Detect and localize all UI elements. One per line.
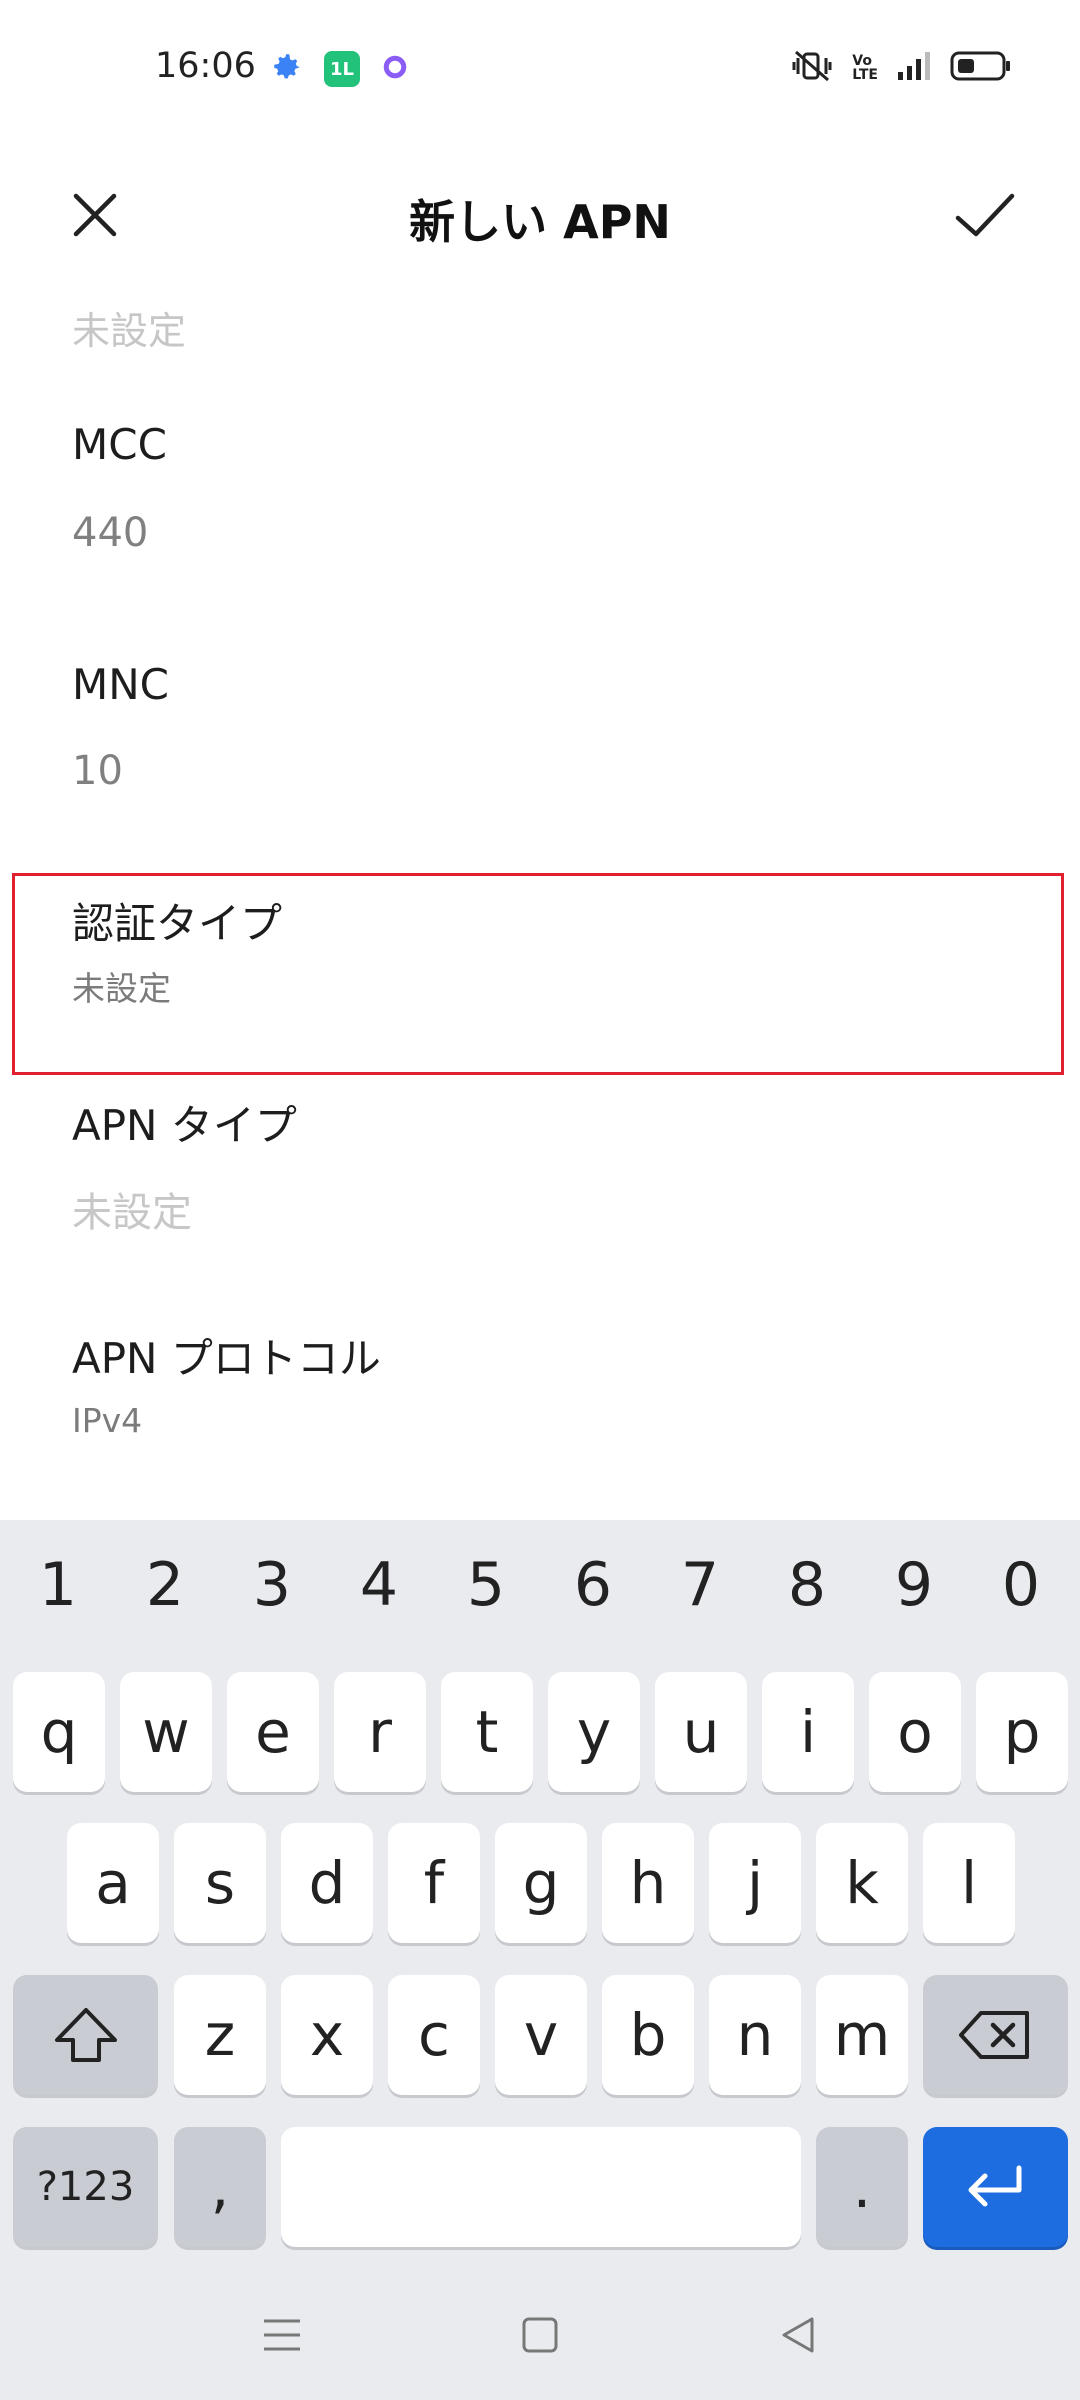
enter-key[interactable]: [923, 2127, 1068, 2247]
field-apn-type[interactable]: APN タイプ 未設定: [0, 1092, 1080, 1292]
key-6[interactable]: 6: [539, 1550, 647, 1620]
key-d[interactable]: d: [281, 1823, 373, 1943]
backspace-key[interactable]: [923, 1975, 1068, 2095]
key-1[interactable]: 1: [4, 1550, 112, 1620]
volte-icon: Vo LTE: [852, 54, 878, 82]
mnc-label: MNC: [72, 660, 169, 709]
apn-type-value: 未設定: [72, 1190, 192, 1236]
menu-button[interactable]: [242, 2300, 322, 2370]
apn-protocol-value: IPv4: [72, 1401, 143, 1440]
key-r[interactable]: r: [334, 1672, 426, 1792]
key-o[interactable]: o: [869, 1672, 961, 1792]
page-title: 新しい APN: [409, 195, 671, 249]
ring-icon: [380, 52, 410, 86]
menu-icon: [264, 2319, 300, 2351]
key-b[interactable]: b: [602, 1975, 694, 2095]
back-icon: [782, 2317, 814, 2353]
period-key[interactable]: .: [816, 2127, 908, 2247]
key-z[interactable]: z: [174, 1975, 266, 2095]
vibrate-mute-icon: [790, 48, 834, 88]
key-c[interactable]: c: [388, 1975, 480, 2095]
key-v[interactable]: v: [495, 1975, 587, 2095]
signal-icon: [896, 50, 932, 86]
mnc-value: 10: [72, 748, 123, 794]
partial-field-value: 未設定: [72, 309, 187, 353]
key-f[interactable]: f: [388, 1823, 480, 1943]
status-left-icons: 1L: [270, 50, 410, 88]
status-right-icons: Vo LTE: [790, 48, 1012, 88]
shift-key[interactable]: [13, 1975, 158, 2095]
shift-icon: [54, 2008, 117, 2062]
key-j[interactable]: j: [709, 1823, 801, 1943]
key-x[interactable]: x: [281, 1975, 373, 2095]
app-badge-icon: 1L: [324, 51, 360, 87]
key-q[interactable]: q: [13, 1672, 105, 1792]
backspace-icon: [958, 2011, 1029, 2059]
check-icon: [955, 193, 1015, 237]
space-key[interactable]: [281, 2127, 801, 2247]
battery-icon: [950, 50, 1012, 86]
volte-top-text: Vo: [852, 53, 872, 69]
field-mnc[interactable]: MNC 10: [0, 660, 1080, 880]
mcc-label: MCC: [72, 420, 167, 469]
key-w[interactable]: w: [120, 1672, 212, 1792]
volte-bottom-text: LTE: [852, 67, 878, 83]
key-a[interactable]: a: [67, 1823, 159, 1943]
key-g[interactable]: g: [495, 1823, 587, 1943]
gear-icon: [270, 50, 304, 88]
key-8[interactable]: 8: [753, 1550, 861, 1620]
mcc-value: 440: [72, 510, 149, 556]
field-apn-protocol[interactable]: APN プロトコル IPv4: [0, 1325, 1080, 1505]
status-time: 16:06: [155, 46, 256, 86]
number-row: 1 2 3 4 5 6 7 8 9 0: [0, 1520, 1080, 1670]
key-s[interactable]: s: [174, 1823, 266, 1943]
key-u[interactable]: u: [655, 1672, 747, 1792]
key-p[interactable]: p: [976, 1672, 1068, 1792]
auth-type-label: 認証タイプ: [72, 899, 283, 948]
key-5[interactable]: 5: [432, 1550, 540, 1620]
key-k[interactable]: k: [816, 1823, 908, 1943]
home-button[interactable]: [500, 2300, 580, 2370]
navigation-bar: [0, 2270, 1080, 2400]
confirm-button[interactable]: [950, 182, 1020, 248]
home-icon: [522, 2317, 558, 2353]
key-3[interactable]: 3: [218, 1550, 326, 1620]
key-9[interactable]: 9: [860, 1550, 968, 1620]
apn-form: 未設定 MCC 440 MNC 10 認証タイプ 未設定 APN タイプ 未設定…: [0, 270, 1080, 1520]
key-t[interactable]: t: [441, 1672, 533, 1792]
key-n[interactable]: n: [709, 1975, 801, 2095]
comma-key[interactable]: ,: [174, 2127, 266, 2247]
keyboard: 1 2 3 4 5 6 7 8 9 0 q w e r t y u i o p …: [0, 1520, 1080, 2270]
key-e[interactable]: e: [227, 1672, 319, 1792]
field-auth-type[interactable]: 認証タイプ 未設定: [0, 890, 1080, 1070]
key-l[interactable]: l: [923, 1823, 1015, 1943]
back-button[interactable]: [758, 2300, 838, 2370]
key-i[interactable]: i: [762, 1672, 854, 1792]
key-4[interactable]: 4: [325, 1550, 433, 1620]
auth-type-value: 未設定: [72, 969, 171, 1008]
key-m[interactable]: m: [816, 1975, 908, 2095]
symbols-key[interactable]: ?123: [13, 2127, 158, 2247]
key-2[interactable]: 2: [111, 1550, 219, 1620]
header: 新しい APN: [0, 160, 1080, 270]
status-bar: 16:06 1L Vo LTE: [0, 0, 1080, 140]
apn-type-label: APN タイプ: [72, 1101, 297, 1150]
enter-icon: [968, 2165, 1021, 2207]
app-badge-text: 1L: [330, 58, 354, 80]
apn-protocol-label: APN プロトコル: [72, 1334, 381, 1383]
field-mcc[interactable]: MCC 440: [0, 420, 1080, 640]
key-h[interactable]: h: [602, 1823, 694, 1943]
key-y[interactable]: y: [548, 1672, 640, 1792]
key-0[interactable]: 0: [967, 1550, 1075, 1620]
key-7[interactable]: 7: [646, 1550, 754, 1620]
